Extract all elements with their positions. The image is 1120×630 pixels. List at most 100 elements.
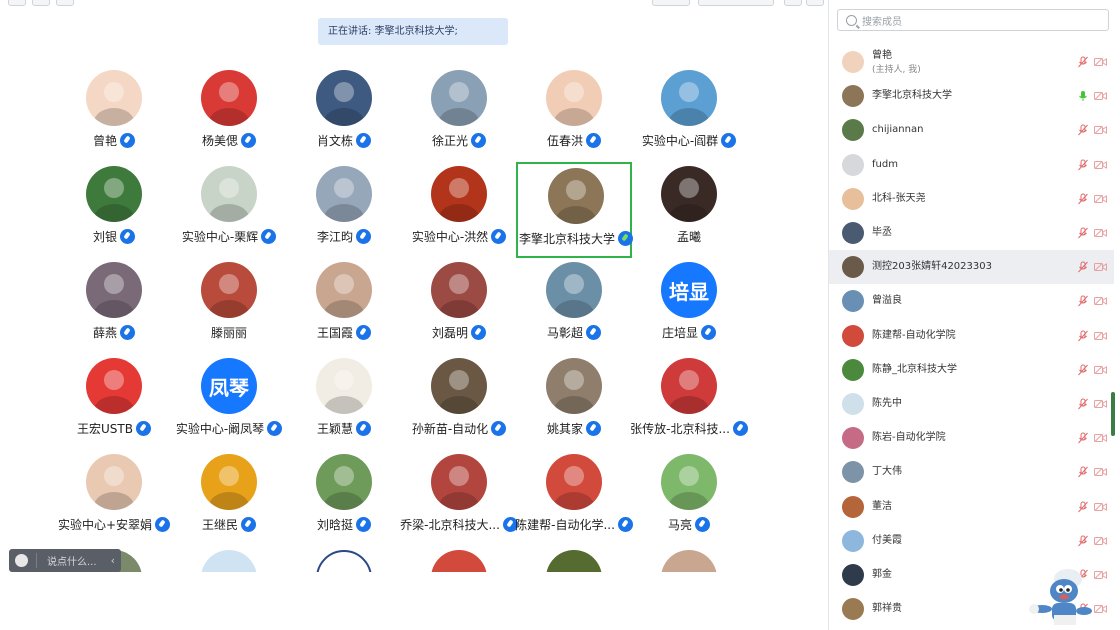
participant-tile[interactable]: 薛燕	[56, 258, 172, 354]
microphone-icon[interactable]	[241, 133, 256, 148]
microphone-icon[interactable]	[120, 325, 135, 340]
microphone-muted-icon[interactable]	[1077, 261, 1089, 273]
member-row[interactable]: 陈静_北京科技大学	[829, 353, 1114, 387]
member-row[interactable]: 付美霞	[829, 524, 1114, 558]
participant-tile[interactable]: 马彰超	[516, 258, 632, 354]
microphone-muted-icon[interactable]	[1077, 330, 1089, 342]
microphone-icon[interactable]	[491, 421, 507, 436]
camera-off-icon[interactable]	[1094, 434, 1107, 443]
participant-tile[interactable]: 徐正光	[401, 66, 517, 162]
participant-tile[interactable]: 培显 庄培显	[631, 258, 747, 354]
camera-off-icon[interactable]	[1094, 502, 1107, 511]
microphone-icon[interactable]	[586, 133, 601, 148]
microphone-icon[interactable]	[356, 421, 371, 436]
camera-off-icon[interactable]	[1094, 536, 1107, 545]
microphone-icon[interactable]	[267, 421, 283, 436]
microphone-muted-icon[interactable]	[1077, 159, 1089, 171]
member-row[interactable]: 陈先中	[829, 387, 1114, 421]
participant-tile[interactable]: 实验中心-洪然	[401, 162, 517, 258]
participant-tile[interactable]: 王继民	[171, 450, 287, 546]
participant-tile[interactable]: 姚其家	[516, 354, 632, 450]
scrollbar[interactable]	[1111, 392, 1115, 436]
member-row[interactable]: 董洁	[829, 489, 1114, 523]
microphone-icon[interactable]	[586, 325, 601, 340]
microphone-icon[interactable]	[701, 325, 716, 340]
microphone-muted-icon[interactable]	[1077, 227, 1089, 239]
microphone-icon[interactable]	[155, 517, 171, 532]
microphone-icon[interactable]	[261, 229, 277, 244]
participant-tile[interactable]: 肖文栋	[286, 66, 402, 162]
member-row[interactable]: chijiannan	[829, 113, 1114, 147]
camera-off-icon[interactable]	[1094, 297, 1107, 306]
participant-tile[interactable]: 刘银	[56, 162, 172, 258]
microphone-icon[interactable]	[586, 421, 601, 436]
microphone-icon[interactable]	[491, 229, 507, 244]
microphone-icon[interactable]	[241, 517, 256, 532]
participant-tile[interactable]: 王国霞	[286, 258, 402, 354]
microphone-muted-icon[interactable]	[1077, 56, 1089, 68]
camera-off-icon[interactable]	[1094, 468, 1107, 477]
camera-off-icon[interactable]	[1094, 92, 1107, 101]
microphone-muted-icon[interactable]	[1077, 364, 1089, 376]
camera-off-icon[interactable]	[1094, 58, 1107, 67]
microphone-icon[interactable]	[732, 421, 748, 436]
participant-tile[interactable]: 李擎北京科技大学	[516, 162, 633, 258]
microphone-muted-icon[interactable]	[1077, 398, 1089, 410]
chat-input[interactable]: 说点什么... ‹	[9, 549, 121, 572]
participant-tile[interactable]: 实验中心-栗辉	[171, 162, 287, 258]
microphone-icon[interactable]	[695, 517, 710, 532]
participant-tile[interactable]: 凤琴 实验中心-阚凤琴	[171, 354, 287, 450]
member-row[interactable]: 曾溢良	[829, 284, 1114, 318]
participant-tile[interactable]: 曾艳	[56, 66, 172, 162]
participant-tile[interactable]: 杨美偲	[171, 66, 287, 162]
participant-tile[interactable]: 伍春洪	[516, 66, 632, 162]
member-row[interactable]: 李擎北京科技大学	[829, 79, 1114, 113]
microphone-muted-icon[interactable]	[1077, 466, 1089, 478]
microphone-icon[interactable]	[471, 325, 486, 340]
microphone-icon[interactable]	[356, 229, 371, 244]
member-row[interactable]: fudm	[829, 148, 1114, 182]
participant-tile[interactable]: 刘晗挺	[286, 450, 402, 546]
camera-off-icon[interactable]	[1094, 194, 1107, 203]
member-row[interactable]: 曾艳 (主持人, 我)	[829, 45, 1114, 79]
participant-tile[interactable]: 孟曦	[631, 162, 747, 258]
camera-off-icon[interactable]	[1094, 126, 1107, 135]
participant-tile[interactable]: 王颖慧	[286, 354, 402, 450]
search-input[interactable]: 搜索成员	[837, 9, 1109, 31]
microphone-muted-icon[interactable]	[1077, 501, 1089, 513]
participant-tile[interactable]: 李江昀	[286, 162, 402, 258]
camera-off-icon[interactable]	[1094, 365, 1107, 374]
chevron-left-icon[interactable]: ‹	[111, 554, 115, 567]
microphone-icon[interactable]	[356, 517, 371, 532]
microphone-icon[interactable]	[135, 421, 151, 436]
participant-tile[interactable]: 乔梁-北京科技大...	[400, 450, 518, 546]
microphone-icon[interactable]	[356, 325, 371, 340]
member-row[interactable]: 毕丞	[829, 216, 1114, 250]
microphone-icon[interactable]	[356, 133, 371, 148]
microphone-muted-icon[interactable]	[1077, 432, 1089, 444]
participant-tile[interactable]: 孙新苗-自动化	[401, 354, 517, 450]
microphone-muted-icon[interactable]	[1077, 193, 1089, 205]
microphone-icon[interactable]	[471, 133, 486, 148]
microphone-icon[interactable]	[120, 133, 135, 148]
participant-tile[interactable]: 实验中心+安翠娟	[56, 450, 172, 546]
camera-off-icon[interactable]	[1094, 229, 1107, 238]
emoji-icon[interactable]	[15, 554, 28, 567]
member-row[interactable]: 陈建帮-自动化学院	[829, 319, 1114, 353]
member-row[interactable]: 北科-张天尧	[829, 182, 1114, 216]
participant-tile[interactable]: 刘磊明	[401, 258, 517, 354]
camera-off-icon[interactable]	[1094, 263, 1107, 272]
microphone-muted-icon[interactable]	[1077, 124, 1089, 136]
camera-off-icon[interactable]	[1094, 160, 1107, 169]
participant-tile[interactable]: 陈建帮-自动化学...	[515, 450, 633, 546]
member-row[interactable]: 陈岩-自动化学院	[829, 421, 1114, 455]
camera-off-icon[interactable]	[1094, 331, 1107, 340]
member-row[interactable]: 测控203张婧轩42023303	[829, 250, 1114, 285]
participant-tile[interactable]: 王宏USTB	[56, 354, 172, 450]
participant-tile[interactable]: 张传放-北京科技...	[630, 354, 748, 450]
participant-tile[interactable]: 实验中心-阎群	[631, 66, 747, 162]
microphone-icon[interactable]	[721, 133, 737, 148]
participant-tile[interactable]: 滕丽丽	[171, 258, 287, 354]
participant-tile[interactable]: 马亮	[631, 450, 747, 546]
member-row[interactable]: 丁大伟	[829, 455, 1114, 489]
